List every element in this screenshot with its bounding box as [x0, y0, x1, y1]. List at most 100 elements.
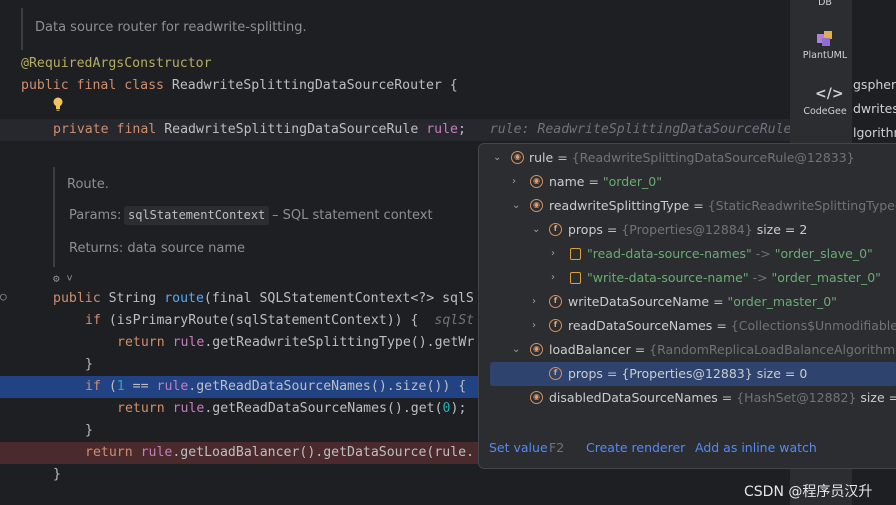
- side-text-1: gsphere: [853, 77, 896, 92]
- object-icon: ◉: [530, 199, 543, 212]
- keyword: if: [85, 379, 101, 394]
- doc-returns: Returns: data source name: [69, 241, 246, 256]
- return-type: String: [108, 291, 157, 306]
- field-ref: rule: [156, 379, 189, 394]
- method-doc-block: Route. Params: sqlStatementContext – SQL…: [53, 167, 433, 267]
- keyword: return: [85, 445, 133, 460]
- chevron-right-icon[interactable]: ›: [532, 290, 542, 307]
- chevron-down-icon[interactable]: ⌄: [512, 194, 522, 211]
- tool-codegee[interactable]: </> CodeGee: [797, 86, 853, 117]
- number-literal: 0: [442, 401, 451, 416]
- field-icon: f: [549, 295, 562, 308]
- set-value-link[interactable]: Set value: [489, 440, 548, 455]
- expression: .getLoadBalancer().getDataSource(rule.: [172, 445, 475, 460]
- object-icon: ◉: [511, 151, 524, 164]
- keyword: class: [124, 78, 164, 93]
- code-icon: </>: [815, 86, 844, 102]
- object-icon: ◉: [530, 175, 543, 188]
- tool-db[interactable]: DB: [797, 0, 853, 8]
- type-name: ReadwriteSplittingDataSourceRule: [164, 122, 419, 137]
- chevron-right-icon[interactable]: ›: [551, 242, 561, 259]
- method-signature: public String route(final SQLStatementCo…: [53, 289, 474, 309]
- field-icon: f: [549, 367, 562, 380]
- tool-plantuml-label: PlantUML: [802, 50, 848, 61]
- keyword: if: [85, 313, 101, 328]
- return-writable-line: return rule.getReadwriteSplittingType().…: [117, 333, 474, 353]
- if-primary-line: if (isPrimaryRoute(sqlStatementContext))…: [85, 311, 474, 331]
- create-renderer-link[interactable]: Create renderer: [586, 440, 685, 455]
- close-brace: }: [85, 423, 93, 438]
- tree-row-disabled-data-source-names[interactable]: ◉ disabledDataSourceNames = {HashSet@128…: [479, 386, 896, 410]
- tree-row-props-selected[interactable]: f props = {Properties@12883} size = 0: [490, 362, 896, 386]
- chevron-down-icon[interactable]: ⌄: [532, 218, 542, 235]
- tree-row-props[interactable]: ⌄ f props = {Properties@12884} size = 2: [479, 218, 896, 242]
- chevron-right-icon[interactable]: ›: [532, 314, 542, 331]
- annotation-line: @RequiredArgsConstructor: [21, 54, 212, 74]
- tree-row-write-data-source-name[interactable]: › f writeDataSourceName = "order_master_…: [479, 290, 896, 314]
- keyword: final: [76, 78, 117, 93]
- class-doc-comment: Data source router for readwrite-splitti…: [35, 20, 307, 35]
- tool-codegee-label: CodeGee: [803, 106, 847, 117]
- tree-row-map-entry[interactable]: › "write-data-source-name" -> "order_mas…: [479, 266, 896, 290]
- tool-db-label: DB: [818, 0, 832, 8]
- tree-row-readwrite-splitting-type[interactable]: ⌄ ◉ readwriteSplittingType = {StaticRead…: [479, 194, 896, 218]
- tree-row-read-data-source-names[interactable]: › f readDataSourceNames = {Collections$U…: [479, 314, 896, 338]
- tree-row-name[interactable]: › ◉ name = "order_0": [479, 170, 896, 194]
- class-declaration: public final class ReadwriteSplittingDat…: [21, 76, 458, 96]
- plantuml-icon: [815, 28, 835, 48]
- map-entry-icon: [570, 272, 581, 284]
- return-read-line: return rule.getReadDataSourceNames().get…: [117, 399, 466, 419]
- annotation: @RequiredArgsConstructor: [21, 56, 212, 71]
- tool-plantuml[interactable]: PlantUML: [797, 28, 853, 61]
- close-brace: }: [53, 467, 61, 482]
- brace: {: [441, 78, 458, 93]
- add-inline-watch-link[interactable]: Add as inline watch: [695, 440, 817, 455]
- inline-value-hint: sqlSt: [434, 313, 475, 328]
- doc-summary: Route.: [67, 177, 109, 192]
- field-declaration: private final ReadwriteSplittingDataSour…: [53, 120, 791, 140]
- expression: .getReadwriteSplittingType().: [204, 335, 435, 350]
- keyword: final: [116, 122, 157, 137]
- tree-row-rule[interactable]: ⌄ ◉ rule = {ReadwriteSplittingDataSource…: [479, 146, 896, 170]
- chevron-down-icon[interactable]: ⌄: [512, 338, 522, 355]
- chevron-down-icon[interactable]: ⌄: [493, 146, 503, 163]
- field-ref: rule: [172, 335, 205, 350]
- field-name: rule: [426, 122, 458, 137]
- gutter-marker-icon: ○: [0, 290, 7, 303]
- debug-value-popup[interactable]: ⌄ ◉ rule = {ReadwriteSplittingDataSource…: [478, 143, 896, 469]
- ai-hint-icon[interactable]: ⚙ ˅: [53, 272, 73, 286]
- keyword: public: [53, 291, 101, 306]
- number-literal: 1: [116, 379, 125, 394]
- chevron-right-icon[interactable]: ›: [551, 266, 561, 283]
- field-icon: f: [549, 319, 562, 332]
- set-value-shortcut: F2: [549, 440, 565, 455]
- doc-param-desc: – SQL statement context: [272, 208, 433, 223]
- watermark: CSDN @程序员汉升: [744, 484, 873, 500]
- close-brace: }: [85, 357, 93, 372]
- popup-footer: Set value F2 Create renderer Add as inli…: [479, 440, 896, 464]
- return-loadbalancer-line: return rule.getLoadBalancer().getDataSou…: [85, 443, 474, 463]
- paren: (: [100, 379, 117, 394]
- doc-bar: [53, 167, 55, 267]
- semicolon: ;: [457, 122, 466, 137]
- side-text-2: dwritesp: [853, 101, 896, 116]
- field-ref: rule: [140, 445, 173, 460]
- if-size-line: if (1 == rule.getReadDataSourceNames().s…: [85, 377, 466, 397]
- inline-value-hint: rule: ReadwriteSplittingDataSourceRule: [489, 122, 792, 137]
- expression: getWr: [434, 335, 475, 350]
- tree-row-map-entry[interactable]: › "read-data-source-names" -> "order_sla…: [479, 242, 896, 266]
- method-name: route: [164, 291, 204, 306]
- keyword: public: [21, 78, 69, 93]
- tree-row-load-balancer[interactable]: ⌄ ◉ loadBalancer = {RandomReplicaLoadBal…: [479, 338, 896, 362]
- side-text-3: lgorithn: [853, 125, 896, 140]
- keyword: private: [53, 122, 109, 137]
- method-args: (final SQLStatementContext<?> sqlS: [203, 291, 474, 306]
- keyword: return: [117, 335, 165, 350]
- chevron-right-icon[interactable]: ›: [512, 170, 522, 187]
- lightbulb-icon[interactable]: [52, 96, 64, 112]
- field-icon: f: [549, 223, 562, 236]
- doc-bar: [21, 8, 23, 50]
- class-name: ReadwriteSplittingDataSourceRouter: [171, 78, 442, 93]
- object-icon: ◉: [530, 343, 543, 356]
- condition: (isPrimaryRoute(sqlStatementContext)) {: [100, 313, 419, 328]
